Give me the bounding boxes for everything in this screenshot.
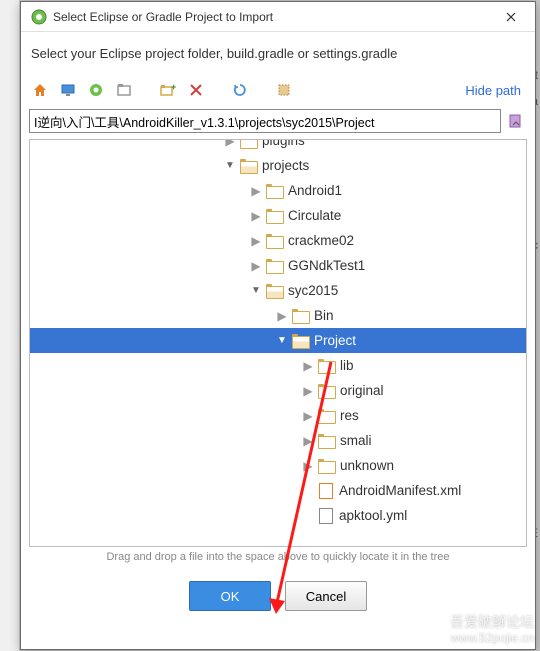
folder-icon — [266, 209, 282, 222]
tree-item-label: smali — [340, 433, 372, 448]
tree-item-projects[interactable]: ▼ projects — [30, 153, 526, 178]
import-dialog: Select Eclipse or Gradle Project to Impo… — [20, 1, 536, 650]
svg-text:+: + — [171, 82, 176, 92]
folder-open-icon — [266, 284, 282, 297]
tree-item-label: Bin — [314, 308, 334, 323]
folder-icon — [318, 409, 334, 422]
module-icon[interactable] — [113, 79, 135, 101]
tree-item-syc2015[interactable]: ▼ syc2015 — [30, 278, 526, 303]
cancel-button[interactable]: Cancel — [285, 581, 367, 611]
tree-item-label: projects — [262, 158, 309, 173]
tree-item-crackme02[interactable]: ▶ crackme02 — [30, 228, 526, 253]
folder-icon — [292, 309, 308, 322]
project-icon[interactable] — [85, 79, 107, 101]
path-input[interactable] — [29, 109, 501, 133]
ok-button[interactable]: OK — [189, 581, 271, 611]
chevron-right-icon[interactable]: ▶ — [248, 234, 264, 248]
show-hidden-icon[interactable] — [273, 79, 295, 101]
tree-item-circulate[interactable]: ▶ Circulate — [30, 203, 526, 228]
tree-item-label: syc2015 — [288, 283, 338, 298]
toolbar: + Hide path — [21, 75, 535, 105]
new-folder-icon[interactable]: + — [157, 79, 179, 101]
path-row — [21, 105, 535, 139]
folder-open-icon — [292, 334, 308, 347]
background-panel — [0, 0, 20, 651]
tree-item-label: original — [340, 383, 384, 398]
folder-icon — [266, 259, 282, 272]
chevron-down-icon[interactable]: ▼ — [248, 285, 264, 296]
chevron-down-icon[interactable]: ▼ — [222, 160, 238, 171]
folder-icon — [266, 234, 282, 247]
chevron-down-icon[interactable]: ▼ — [274, 335, 290, 346]
file-tree[interactable]: ▶ plugins ▼ projects ▶ Android1 ▶ Circulate ▶ cra… — [29, 139, 527, 547]
chevron-right-icon[interactable]: ▶ — [300, 459, 316, 473]
chevron-right-icon[interactable]: ▶ — [300, 434, 316, 448]
tree-item-androidmanifest-xml[interactable]: AndroidManifest.xml — [30, 478, 526, 503]
tree-item-bin[interactable]: ▶ Bin — [30, 303, 526, 328]
file-icon — [319, 483, 333, 499]
tree-item-smali[interactable]: ▶ smali — [30, 428, 526, 453]
chevron-right-icon[interactable]: ▶ — [248, 209, 264, 223]
hide-path-link[interactable]: Hide path — [465, 83, 527, 98]
tree-item-label: GGNdkTest1 — [288, 258, 365, 273]
tree-item-original[interactable]: ▶ original — [30, 378, 526, 403]
chevron-right-icon[interactable]: ▶ — [300, 359, 316, 373]
chevron-right-icon[interactable]: ▶ — [248, 184, 264, 198]
tree-item-label: lib — [340, 358, 354, 373]
history-dropdown-icon[interactable] — [505, 110, 527, 132]
tree-item-label: Project — [314, 333, 356, 348]
chevron-right-icon[interactable]: ▶ — [300, 384, 316, 398]
tree-item-label: Circulate — [288, 208, 341, 223]
folder-icon — [240, 139, 256, 147]
folder-icon — [318, 384, 334, 397]
tree-item-project[interactable]: ▼ Project — [30, 328, 526, 353]
refresh-icon[interactable] — [229, 79, 251, 101]
titlebar: Select Eclipse or Gradle Project to Impo… — [21, 2, 535, 32]
tree-item-label: crackme02 — [288, 233, 354, 248]
tree-item-label: apktool.yml — [339, 508, 407, 523]
tree-item-unknown[interactable]: ▶ unknown — [30, 453, 526, 478]
drop-hint: Drag and drop a file into the space abov… — [21, 547, 535, 573]
chevron-right-icon[interactable]: ▶ — [222, 139, 238, 148]
tree-item-ggndktest1[interactable]: ▶ GGNdkTest1 — [30, 253, 526, 278]
instruction-text: Select your Eclipse project folder, buil… — [21, 32, 535, 69]
folder-icon — [266, 184, 282, 197]
tree-item-lib[interactable]: ▶ lib — [30, 353, 526, 378]
tree-item-android1[interactable]: ▶ Android1 — [30, 178, 526, 203]
window-title: Select Eclipse or Gradle Project to Impo… — [53, 10, 491, 24]
tree-item-label: unknown — [340, 458, 394, 473]
folder-open-icon — [240, 159, 256, 172]
button-row: OK Cancel — [21, 573, 535, 615]
folder-icon — [318, 459, 334, 472]
folder-icon — [318, 434, 334, 447]
tree-item-label: Android1 — [288, 183, 342, 198]
chevron-right-icon[interactable]: ▶ — [300, 409, 316, 423]
tree-item-label: plugins — [262, 139, 305, 148]
chevron-right-icon[interactable]: ▶ — [274, 309, 290, 323]
tree-item-apktool-yml[interactable]: apktool.yml — [30, 503, 526, 528]
chevron-right-icon[interactable]: ▶ — [248, 259, 264, 273]
app-icon — [31, 9, 47, 25]
tree-item-res[interactable]: ▶ res — [30, 403, 526, 428]
close-button[interactable] — [491, 3, 531, 31]
tree-item-label: AndroidManifest.xml — [339, 483, 461, 498]
tree-item-label: res — [340, 408, 359, 423]
folder-icon — [318, 359, 334, 372]
file-icon — [319, 508, 333, 524]
home-icon[interactable] — [29, 79, 51, 101]
tree-item-plugins[interactable]: ▶ plugins — [30, 139, 526, 153]
desktop-icon[interactable] — [57, 79, 79, 101]
delete-icon[interactable] — [185, 79, 207, 101]
